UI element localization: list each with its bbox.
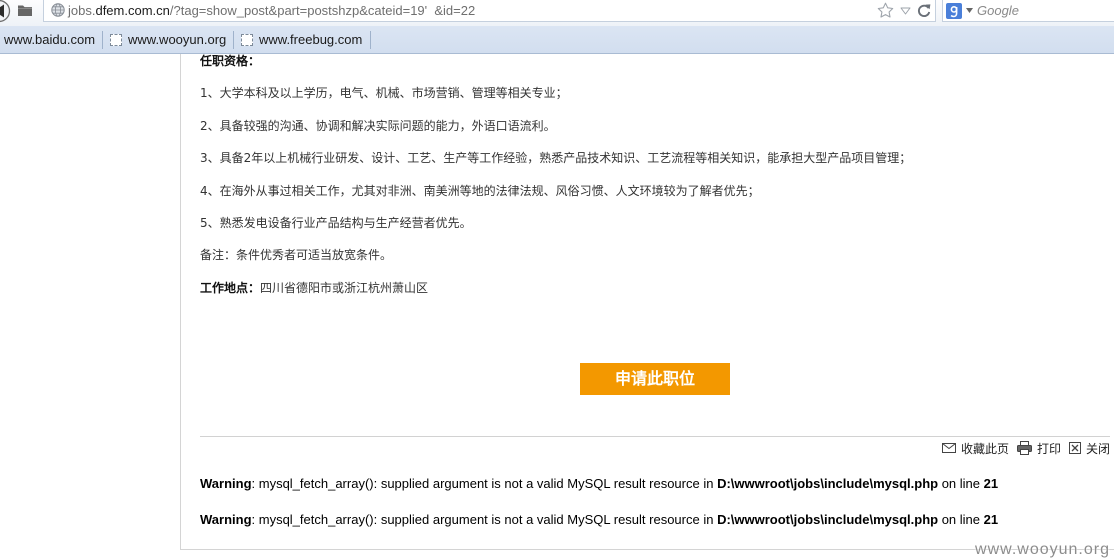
address-bar[interactable]: jobs.dfem.com.cn/?tag=show_post&part=pos… [43, 0, 936, 22]
bookmark-separator [233, 31, 234, 49]
warning-on-line: on line [938, 512, 984, 527]
qualifications-heading: 任职资格： [200, 54, 261, 68]
reload-button[interactable] [917, 3, 931, 18]
search-engine-selector[interactable] [946, 2, 976, 19]
warning-message: : mysql_fetch_array(): supplied argument… [251, 512, 718, 527]
globe-icon [51, 3, 65, 17]
bookmark-baidu[interactable]: www.baidu.com [4, 26, 95, 53]
history-dropdown-button[interactable] [900, 7, 911, 15]
php-warning: Warning: mysql_fetch_array(): supplied a… [200, 476, 998, 492]
job-description: 任职资格： 1、大学本科及以上学历，电气、机械、市场营销、管理等相关专业； 2、… [200, 53, 1100, 312]
search-input[interactable] [977, 0, 1107, 21]
bookmark-page-label: 收藏此页 [960, 441, 1009, 456]
envelope-icon [941, 443, 956, 453]
job-location: 工作地点：四川省德阳市或浙江杭州萧山区 [200, 280, 1100, 312]
php-warning: Warning: mysql_fetch_array(): supplied a… [200, 512, 998, 528]
bookmark-separator [370, 31, 371, 49]
warning-file: D:\wwwroot\jobs\include\mysql.php [717, 512, 939, 527]
divider [200, 436, 1110, 437]
warning-line-number: 21 [983, 512, 999, 527]
search-bar[interactable] [942, 0, 1114, 22]
printer-icon [1016, 441, 1032, 455]
warning-on-line: on line [938, 476, 984, 491]
requirement-item: 2、具备较强的沟通、协调和解决实际问题的能力，外语口语流利。 [200, 118, 556, 133]
apply-position-button[interactable]: 申请此职位 [580, 363, 730, 395]
location-value: 四川省德阳市或浙江杭州萧山区 [260, 280, 429, 295]
browser-window: jobs.dfem.com.cn/?tag=show_post&part=pos… [0, 0, 1114, 559]
back-button[interactable] [0, 0, 12, 23]
requirement-item: 3、具备2年以上机械行业研发、设计、工艺、生产等工作经验，熟悉产品技术知识、工艺… [200, 151, 912, 166]
requirement-item: 1、大学本科及以上学历，电气、机械、市场营销、管理等相关专业； [200, 86, 568, 101]
warning-level: Warning [200, 476, 252, 491]
bookmark-label: www.freebug.com [259, 32, 363, 47]
back-arrow-icon [0, 0, 11, 23]
close-box-icon [1068, 442, 1081, 454]
requirement-item: 5、熟悉发电设备行业产品结构与生产经营者优先。 [200, 215, 472, 230]
blank-page-icon [110, 33, 122, 46]
location-label: 工作地点： [200, 280, 261, 295]
warning-line-number: 21 [983, 476, 999, 491]
chevron-down-icon [966, 8, 973, 13]
job-note: 备注：条件优秀者可适当放宽条件。 [200, 248, 393, 263]
bookmark-label: www.baidu.com [4, 32, 96, 47]
url-path: /?tag=show_post&part=postshzp&cateid=19'… [169, 3, 476, 18]
requirement-item: 4、在海外从事过相关工作，尤其对非洲、南美洲等地的法律法规、风俗习惯、人文环境较… [200, 183, 760, 198]
folder-icon [18, 5, 32, 16]
dropdown-triangle-icon [900, 7, 911, 15]
bookmark-page-link[interactable]: 收藏此页 [941, 440, 1009, 457]
print-label: 打印 [1036, 441, 1061, 456]
close-link[interactable]: 关闭 [1068, 440, 1110, 457]
bookmark-wooyun[interactable]: www.wooyun.org [110, 26, 226, 53]
watermark: www.wooyun.org [975, 541, 1110, 558]
url-text[interactable]: jobs.dfem.com.cn/?tag=show_post&part=pos… [68, 0, 475, 21]
bookmarks-menu-button[interactable] [17, 3, 33, 17]
warning-message: : mysql_fetch_array(): supplied argument… [251, 476, 718, 491]
print-link[interactable]: 打印 [1016, 440, 1061, 457]
url-domain: dfem.com.cn [95, 3, 170, 18]
google-icon [946, 2, 962, 19]
reload-icon [918, 4, 931, 17]
navigation-toolbar: jobs.dfem.com.cn/?tag=show_post&part=pos… [0, 0, 1114, 26]
close-label: 关闭 [1085, 441, 1110, 456]
url-subdomain: jobs. [68, 3, 96, 18]
warning-file: D:\wwwroot\jobs\include\mysql.php [717, 476, 939, 491]
bookmark-freebug[interactable]: www.freebug.com [241, 26, 362, 53]
bookmarks-toolbar: www.baidu.com www.wooyun.org www.freebug… [0, 26, 1114, 54]
page-actions: 收藏此页 打印 关闭 [934, 440, 1110, 456]
content-frame-bottom-border [180, 549, 1114, 550]
bookmark-label: www.wooyun.org [128, 32, 227, 47]
star-icon [877, 2, 894, 18]
bookmark-separator [102, 31, 103, 49]
warning-level: Warning [200, 512, 252, 527]
blank-page-icon [241, 33, 253, 46]
bookmark-star-button[interactable] [877, 2, 894, 19]
content-frame-left-border [180, 54, 181, 550]
